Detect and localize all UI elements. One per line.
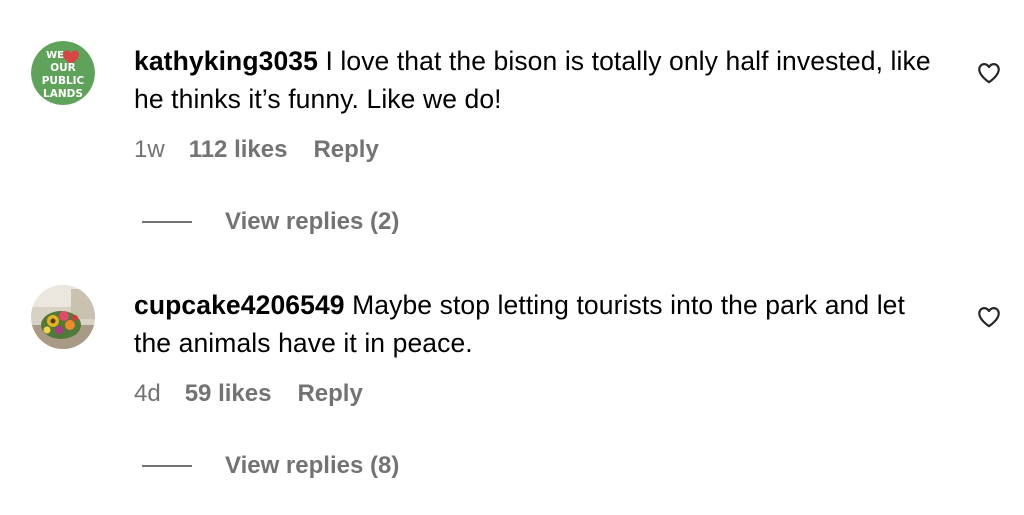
reply-button[interactable]: Reply [313,136,378,164]
comment-age[interactable]: 4d [134,380,161,408]
view-replies-button[interactable]: View replies (8) [142,451,399,481]
comment-body: cupcake4206549 Maybe stop letting touris… [134,286,934,362]
replies-divider-line [142,465,192,467]
svg-text:PUBLIC: PUBLIC [42,75,85,87]
svg-text:OUR: OUR [50,62,76,74]
comment-meta: 1w 112 likes Reply [134,135,379,165]
view-replies-label: View replies (2) [225,208,400,235]
public-lands-logo: WE OUR PUBLIC LANDS [31,41,95,105]
flower-bouquet-photo [31,285,95,349]
avatar[interactable]: WE OUR PUBLIC LANDS [31,41,95,105]
replies-divider-line [142,221,192,223]
comment-age[interactable]: 1w [134,136,165,164]
comment-username[interactable]: cupcake4206549 [134,290,345,320]
heart-icon[interactable] [976,304,1002,330]
view-replies-button[interactable]: View replies (2) [142,207,399,237]
svg-text:WE: WE [46,50,64,61]
comment-username[interactable]: kathyking3035 [134,46,318,76]
comment-likes[interactable]: 59 likes [185,380,272,408]
comment-likes[interactable]: 112 likes [189,136,288,164]
comment-body: kathyking3035 I love that the bison is t… [134,42,934,118]
avatar[interactable] [31,285,95,349]
heart-icon[interactable] [976,60,1002,86]
view-replies-label: View replies (8) [225,452,400,479]
comment-meta: 4d 59 likes Reply [134,379,363,409]
svg-text:LANDS: LANDS [43,88,83,100]
reply-button[interactable]: Reply [297,380,362,408]
